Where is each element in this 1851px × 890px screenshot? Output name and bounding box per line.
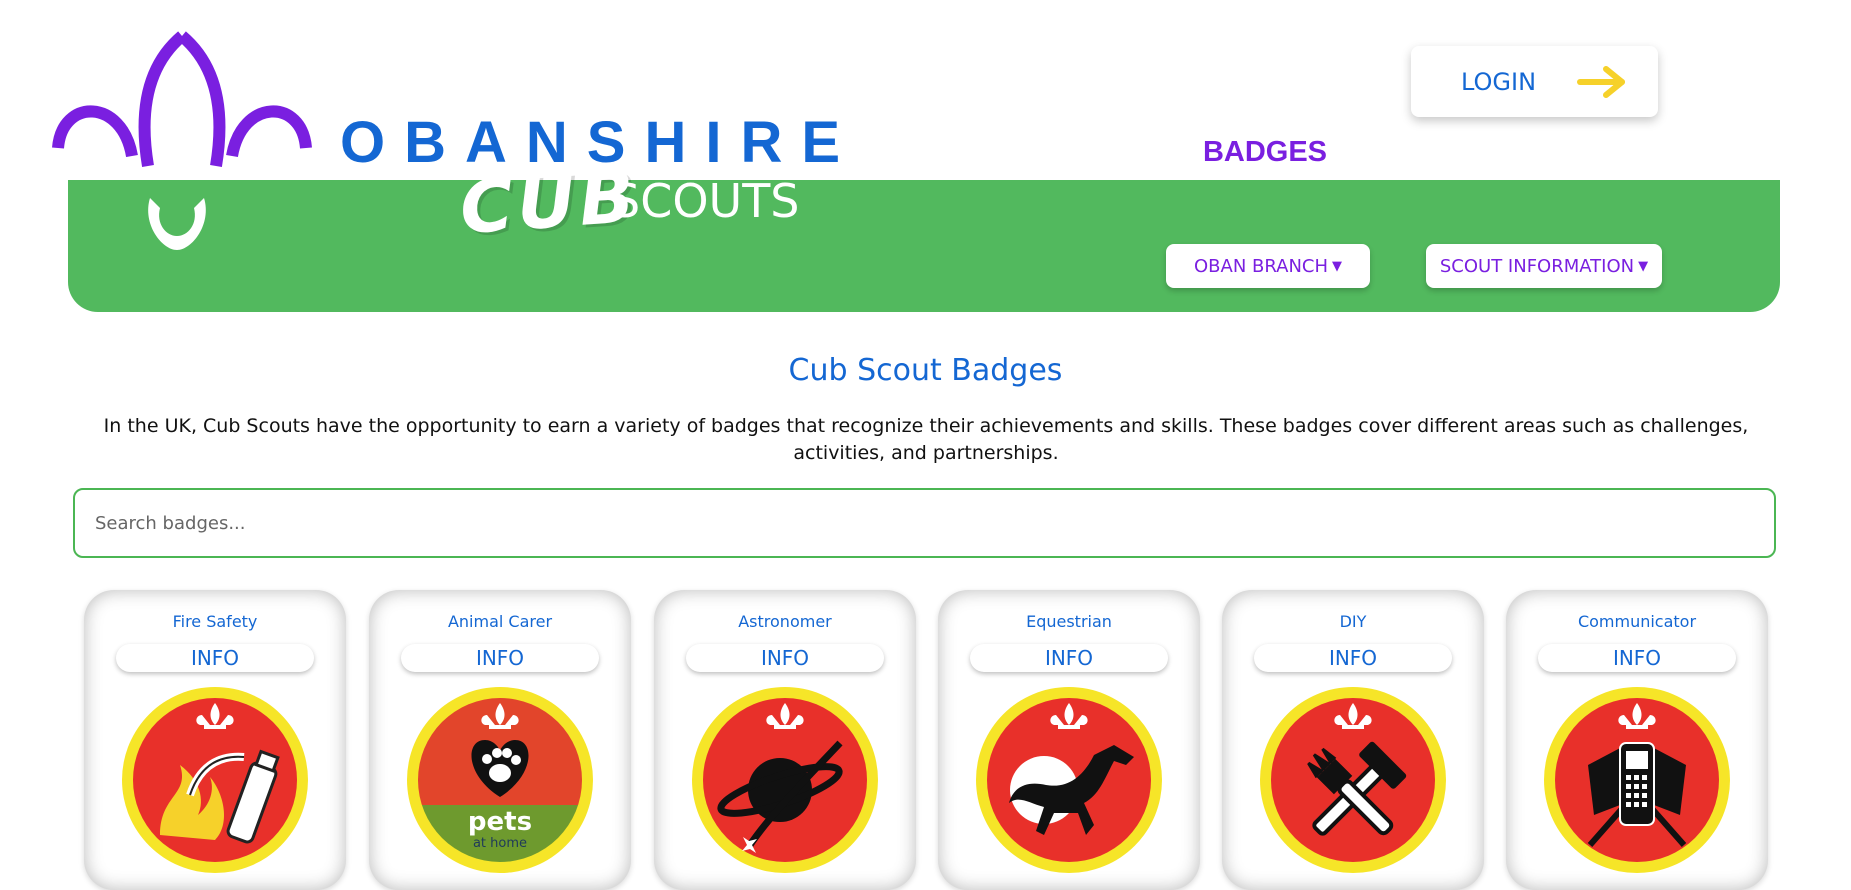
badge-name: Animal Carer	[447, 612, 553, 631]
info-button[interactable]: INFO	[401, 644, 599, 672]
intro-text: In the UK, Cub Scouts have the opportuni…	[103, 415, 1749, 464]
phone-flags-icon	[1544, 687, 1730, 873]
hammer-brush-icon	[1260, 687, 1446, 873]
nav-oban-branch-label: OBAN BRANCH	[1193, 255, 1329, 277]
info-button[interactable]: INFO	[116, 644, 314, 672]
horse-icon	[976, 687, 1162, 873]
fleur-de-lis-logo-icon	[52, 31, 312, 167]
search-input[interactable]	[73, 488, 1776, 558]
banner-scouts-text: SCOUTS	[611, 174, 800, 228]
login-button[interactable]: LOGIN	[1411, 46, 1658, 117]
section-title: Cub Scout Badges	[788, 353, 1063, 388]
arrow-right-icon	[1577, 65, 1626, 98]
badge-name: DIY	[1339, 612, 1367, 631]
fleur-de-lis-base-icon	[148, 198, 206, 250]
header-banner: CUB SCOUTS OBAN BRANCH ▼ SCOUT INFORMATI…	[68, 154, 1780, 312]
planet-icon	[692, 687, 878, 873]
badge-name: Communicator	[1577, 612, 1697, 631]
badge-name: Fire Safety	[172, 612, 258, 631]
partner-logo-text: pets	[468, 807, 532, 837]
badge-card-communicator[interactable]: Communicator INFO	[1506, 590, 1768, 890]
caret-down-icon: ▼	[1332, 258, 1343, 274]
paw-heart-icon: pets at home	[407, 687, 593, 873]
caret-down-icon: ▼	[1638, 258, 1649, 274]
partner-logo-subtext: at home	[473, 836, 527, 851]
info-button[interactable]: INFO	[1538, 644, 1736, 672]
badge-card-equestrian[interactable]: Equestrian INFO	[938, 590, 1200, 890]
info-button[interactable]: INFO	[686, 644, 884, 672]
badge-card-animal-carer[interactable]: Animal Carer INFO pets at home	[369, 590, 631, 890]
badge-card-astronomer[interactable]: Astronomer INFO	[654, 590, 916, 890]
badge-name: Equestrian	[1026, 612, 1112, 631]
info-button[interactable]: INFO	[1254, 644, 1452, 672]
fire-extinguisher-icon	[122, 687, 308, 873]
badge-card-fire-safety[interactable]: Fire Safety INFO	[84, 590, 346, 890]
nav-scout-information[interactable]: SCOUT INFORMATION ▼	[1426, 244, 1662, 288]
info-button[interactable]: INFO	[970, 644, 1168, 672]
nav-oban-branch[interactable]: OBAN BRANCH ▼	[1166, 244, 1370, 288]
nav-scout-information-label: SCOUT INFORMATION	[1439, 255, 1635, 277]
badge-card-diy[interactable]: DIY INFO	[1222, 590, 1484, 890]
badge-name: Astronomer	[738, 612, 832, 631]
page-heading: BADGES	[1202, 136, 1328, 168]
login-label: LOGIN	[1461, 67, 1537, 96]
